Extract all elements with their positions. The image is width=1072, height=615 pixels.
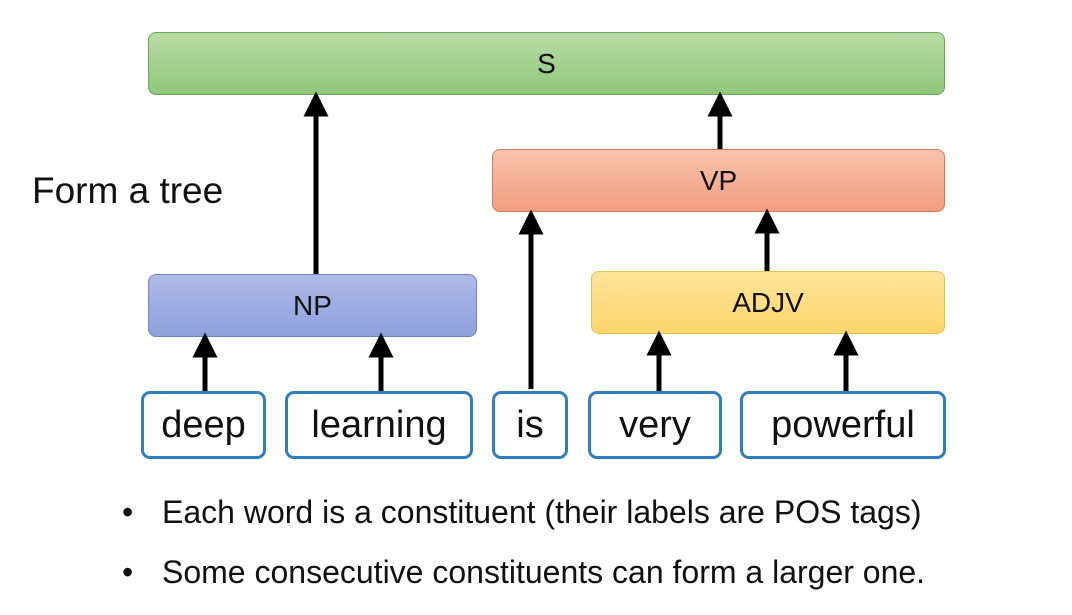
bullet-text: Each word is a constituent (their labels… bbox=[162, 494, 922, 530]
bullet-dot: • bbox=[122, 494, 134, 530]
bullet-item: • Each word is a constituent (their label… bbox=[122, 494, 921, 531]
bullet-item: • Some consecutive constituents can form … bbox=[122, 554, 925, 591]
bullet-dot: • bbox=[122, 554, 134, 590]
bullet-text: Some consecutive constituents can form a… bbox=[162, 554, 926, 590]
